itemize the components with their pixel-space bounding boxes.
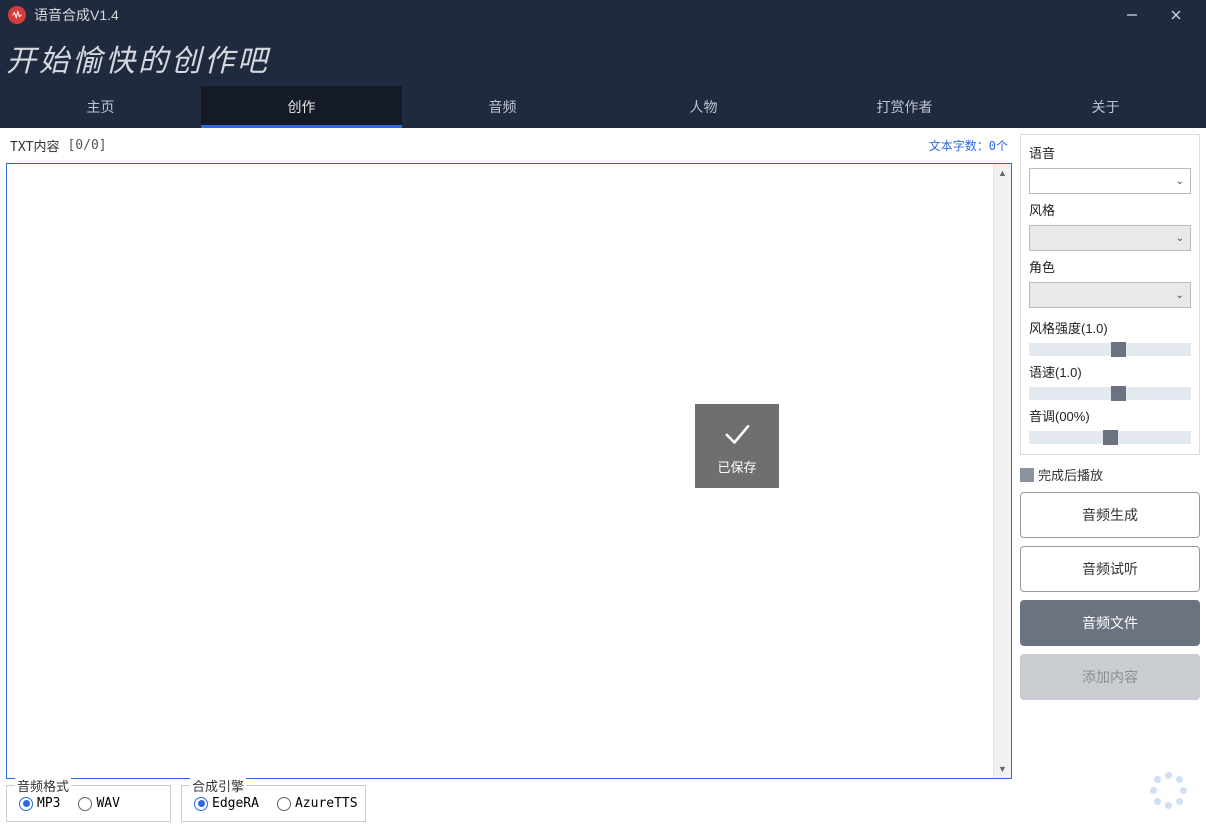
radio-edgera[interactable]: EdgeRA <box>194 796 259 811</box>
tab-audio[interactable]: 音频 <box>402 86 603 128</box>
voice-select[interactable]: ⌄ <box>1029 168 1191 194</box>
txt-counter: [0/0] <box>67 138 106 153</box>
radio-wav-label: WAV <box>96 796 119 811</box>
style-strength-slider[interactable] <box>1029 343 1191 356</box>
radio-mp3-label: MP3 <box>37 796 60 811</box>
radio-azuretts[interactable]: AzureTTS <box>277 796 358 811</box>
titlebar: 语音合成V1.4 <box>0 0 1206 30</box>
tab-donate[interactable]: 打赏作者 <box>804 86 1005 128</box>
toast-saved: 已保存 <box>695 404 779 488</box>
chevron-down-icon: ⌄ <box>1176 176 1184 187</box>
tabbar: 主页 创作 音频 人物 打赏作者 关于 <box>0 86 1206 128</box>
txt-charcount: 文本字数：0个 <box>929 137 1008 154</box>
speed-label: 语速(1.0) <box>1029 362 1191 381</box>
audio-format-legend: 音频格式 <box>15 776 71 795</box>
preview-button[interactable]: 音频试听 <box>1020 546 1200 592</box>
toast-label: 已保存 <box>717 457 756 476</box>
audio-file-button[interactable]: 音频文件 <box>1020 600 1200 646</box>
scroll-up-icon[interactable]: ▲ <box>994 164 1011 182</box>
play-after-checkbox[interactable]: 完成后播放 <box>1020 465 1200 484</box>
pitch-label: 音调(00%) <box>1029 406 1191 425</box>
engine-legend: 合成引擎 <box>190 776 246 795</box>
txt-label: TXT内容 <box>10 136 59 155</box>
content-textarea[interactable] <box>7 164 993 778</box>
style-strength-label: 风格强度(1.0) <box>1029 318 1191 337</box>
radio-wav[interactable]: WAV <box>78 796 119 811</box>
role-label: 角色 <box>1029 257 1191 276</box>
scroll-down-icon[interactable]: ▼ <box>994 760 1011 778</box>
scrollbar[interactable]: ▲ ▼ <box>993 164 1011 778</box>
textarea-container: ▲ ▼ 已保存 <box>6 163 1012 779</box>
generate-button[interactable]: 音频生成 <box>1020 492 1200 538</box>
radio-azuretts-label: AzureTTS <box>295 796 358 811</box>
tab-characters[interactable]: 人物 <box>603 86 804 128</box>
chevron-down-icon: ⌄ <box>1176 290 1184 301</box>
banner-title: 开始愉快的创作吧 <box>0 30 1206 86</box>
engine-group: 合成引擎 EdgeRA AzureTTS <box>181 785 366 822</box>
tab-about[interactable]: 关于 <box>1005 86 1206 128</box>
tab-create[interactable]: 创作 <box>201 86 402 128</box>
slider-thumb[interactable] <box>1111 342 1126 357</box>
add-content-button[interactable]: 添加内容 <box>1020 654 1200 700</box>
check-icon <box>720 417 754 451</box>
minimize-button[interactable] <box>1110 0 1154 30</box>
txt-header: TXT内容 [0/0] 文本字数：0个 <box>6 134 1012 157</box>
slider-thumb[interactable] <box>1111 386 1126 401</box>
chevron-down-icon: ⌄ <box>1176 233 1184 244</box>
style-select[interactable]: ⌄ <box>1029 225 1191 251</box>
loading-spinner-icon <box>1150 772 1186 808</box>
app-icon <box>8 6 26 24</box>
radio-mp3[interactable]: MP3 <box>19 796 60 811</box>
app-title: 语音合成V1.4 <box>34 5 119 25</box>
pitch-slider[interactable] <box>1029 431 1191 444</box>
speed-slider[interactable] <box>1029 387 1191 400</box>
role-select[interactable]: ⌄ <box>1029 282 1191 308</box>
slider-thumb[interactable] <box>1103 430 1118 445</box>
radio-edgera-label: EdgeRA <box>212 796 259 811</box>
audio-format-group: 音频格式 MP3 WAV <box>6 785 171 822</box>
voice-label: 语音 <box>1029 143 1191 162</box>
style-label: 风格 <box>1029 200 1191 219</box>
tab-home[interactable]: 主页 <box>0 86 201 128</box>
play-after-label: 完成后播放 <box>1038 465 1103 484</box>
checkbox-box[interactable] <box>1020 468 1034 482</box>
close-button[interactable] <box>1154 0 1198 30</box>
side-panel: 语音 ⌄ 风格 ⌄ 角色 ⌄ 风格强度(1.0) 语速(1.0) 音调(00%) <box>1020 134 1200 455</box>
